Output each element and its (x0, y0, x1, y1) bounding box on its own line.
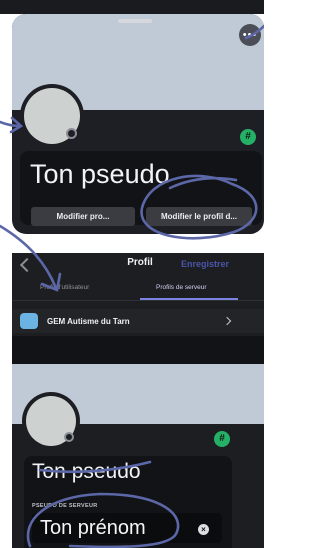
sheet-handle[interactable] (118, 19, 152, 23)
save-button[interactable]: Enregistrer (181, 259, 229, 269)
status-indicator (66, 128, 77, 139)
tab-user-profile[interactable]: Profil d'utilisateur (40, 284, 89, 291)
hash-badge-icon[interactable]: # (214, 431, 230, 447)
more-options-button[interactable]: ••• (239, 24, 261, 46)
top-strip (0, 0, 264, 14)
edit-server-profile-button[interactable]: Modifier le profil d... (146, 207, 252, 226)
page-title: Profil (127, 257, 153, 268)
section-divider (12, 336, 264, 364)
server-icon (20, 313, 38, 329)
server-nickname-value[interactable]: Ton prénom (40, 517, 146, 540)
display-name: Ton pseudo (32, 460, 141, 483)
tab-divider (12, 300, 264, 301)
status-indicator (64, 432, 74, 442)
clear-circle-icon[interactable]: × (198, 524, 209, 535)
server-name: GEM Autisme du Tarn (47, 317, 130, 326)
tab-server-profiles[interactable]: Profils de serveur (156, 284, 207, 291)
hash-badge-icon[interactable]: # (240, 129, 256, 145)
more-horizontal-icon: ••• (242, 29, 258, 41)
server-nickname-label: PSEUDO DE SERVEUR (32, 503, 98, 509)
edit-profile-button[interactable]: Modifier pro... (31, 207, 135, 226)
display-name: Ton pseudo (30, 159, 170, 189)
